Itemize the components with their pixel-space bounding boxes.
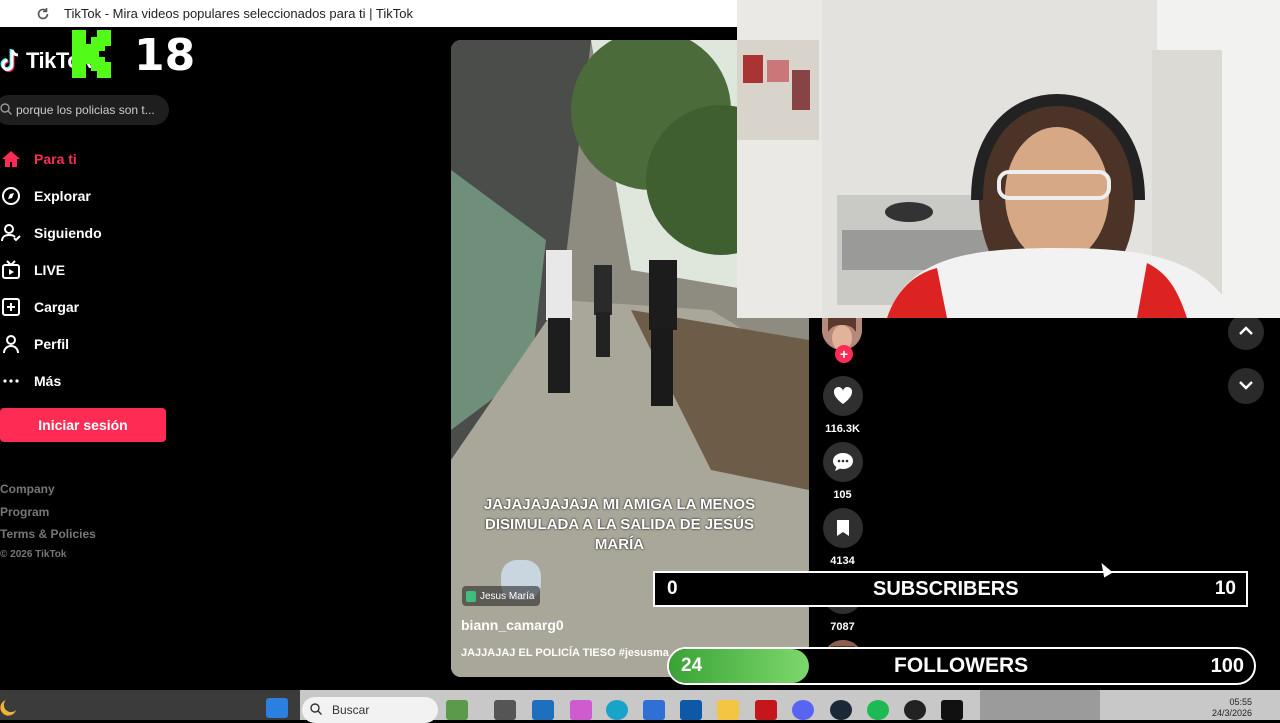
nav-item-live[interactable]: LIVE xyxy=(0,251,200,288)
nav-item-cargar[interactable]: Cargar xyxy=(0,288,200,325)
comment-count: 105 xyxy=(833,489,852,501)
nav-item-mas[interactable]: Más xyxy=(0,362,200,399)
edge-icon[interactable] xyxy=(606,700,628,720)
subscribers-goal-bar: 0 SUBSCRIBERS 10 xyxy=(653,571,1248,607)
sidebar-nav: Para ti Explorar Siguiendo LIVE Cargar P… xyxy=(0,140,200,399)
video-caption: JAJAJAJAJAJA MI AMIGA LA MENOS DISIMULAD… xyxy=(483,496,756,553)
profile-icon xyxy=(0,333,22,355)
discord-icon[interactable] xyxy=(792,700,814,720)
location-pin-icon xyxy=(466,590,476,602)
nav-item-siguiendo[interactable]: Siguiendo xyxy=(0,214,200,251)
subscribers-goal: 10 xyxy=(1214,578,1236,599)
taskbar-search-placeholder: Buscar xyxy=(332,703,370,717)
home-icon xyxy=(0,148,22,170)
like-count: 116.3K xyxy=(825,423,860,435)
nav-label: Para ti xyxy=(34,150,77,167)
comment-action[interactable]: 105 xyxy=(822,442,863,501)
more-icon xyxy=(0,370,22,392)
footer-copyright: © 2026 TikTok xyxy=(0,548,67,560)
followers-goal-bar: 24 FOLLOWERS 100 xyxy=(667,647,1256,685)
compass-icon xyxy=(0,185,22,207)
folder-icon[interactable] xyxy=(717,700,739,720)
search-icon xyxy=(0,102,12,118)
copilot-icon[interactable] xyxy=(570,700,592,720)
windows-taskbar xyxy=(0,690,1280,720)
follow-plus-button[interactable]: + xyxy=(835,345,853,363)
followers-goal: 100 xyxy=(1210,655,1244,677)
kick-logo-icon xyxy=(72,30,118,78)
nav-label: Perfil xyxy=(34,335,70,352)
windows-start-icon[interactable] xyxy=(266,698,288,718)
clock-time: 05:55 xyxy=(1229,697,1253,707)
tab-title: TikTok - Mira videos populares seleccion… xyxy=(64,6,413,21)
nav-label: Siguiendo xyxy=(34,224,102,241)
heart-icon[interactable] xyxy=(822,376,863,416)
location-name: Jesus María xyxy=(480,590,535,602)
previous-video-button[interactable] xyxy=(1228,314,1264,350)
mcafee-icon[interactable] xyxy=(755,700,777,720)
nav-item-perfil[interactable]: Perfil xyxy=(0,325,200,362)
vscode-icon[interactable] xyxy=(680,700,702,720)
video-description: JAJJAJAJ EL POLICÍA TIESO #jesusma xyxy=(461,647,669,659)
save-count: 4134 xyxy=(830,555,855,567)
save-action[interactable]: 4134 xyxy=(822,508,863,567)
followers-label: FOLLOWERS xyxy=(894,654,1029,677)
steam-icon[interactable] xyxy=(830,700,852,720)
taskbar-search[interactable]: Buscar xyxy=(302,697,438,723)
reload-icon[interactable] xyxy=(36,7,50,21)
tiktok-note-icon xyxy=(0,48,22,74)
search-icon xyxy=(310,702,322,718)
task-view-icon[interactable] xyxy=(494,700,516,720)
video-author[interactable]: biann_camarg0 xyxy=(461,617,564,633)
upload-icon xyxy=(0,296,22,318)
search-input[interactable] xyxy=(16,103,166,117)
browser-title-bar: TikTok - Mira videos populares seleccion… xyxy=(0,0,737,27)
tiktok-app-icon[interactable] xyxy=(941,700,963,720)
nav-item-explorar[interactable]: Explorar xyxy=(0,177,200,214)
sidebar-footer: Company Program Terms & Policies © 2026 … xyxy=(0,478,96,564)
location-tag[interactable]: Jesus María xyxy=(462,586,541,606)
subscribers-current: 0 xyxy=(667,578,678,599)
chevron-up-icon xyxy=(1238,323,1254,341)
live-icon xyxy=(0,259,22,281)
nav-label: Cargar xyxy=(34,298,80,315)
nav-label: LIVE xyxy=(34,261,66,278)
webcam-feed xyxy=(737,0,1280,318)
next-video-button[interactable] xyxy=(1228,368,1264,404)
spotify-icon[interactable] xyxy=(867,700,889,720)
store-icon[interactable] xyxy=(643,700,665,720)
comment-icon[interactable] xyxy=(822,442,863,482)
following-icon xyxy=(0,222,22,244)
age-badge: 18 xyxy=(134,30,196,81)
calculator-icon[interactable] xyxy=(532,700,554,720)
nav-label: Más xyxy=(34,372,62,389)
like-action[interactable]: 116.3K xyxy=(822,376,863,435)
widgets-icon[interactable] xyxy=(446,700,468,720)
webcam-overlay xyxy=(737,0,1280,318)
search-box[interactable] xyxy=(0,95,169,125)
nav-label: Explorar xyxy=(34,187,91,204)
system-clock[interactable]: 05:55 24/3/2026 xyxy=(1212,697,1252,719)
nav-item-para-ti[interactable]: Para ti xyxy=(0,140,200,177)
subscribers-label: SUBSCRIBERS xyxy=(873,577,1019,600)
clock-date: 24/3/2026 xyxy=(1212,708,1253,718)
obs-icon[interactable] xyxy=(904,700,926,720)
footer-terms-link[interactable]: Terms & Policies xyxy=(0,523,96,546)
followers-current: 24 xyxy=(681,655,703,676)
chevron-down-icon xyxy=(1238,377,1254,395)
footer-company-link[interactable]: Company xyxy=(0,478,96,501)
bookmark-icon[interactable] xyxy=(822,508,863,548)
footer-program-link[interactable]: Program xyxy=(0,501,96,524)
taskbar-background xyxy=(0,690,1280,720)
share-count: 7087 xyxy=(830,621,855,633)
login-button[interactable]: Iniciar sesión xyxy=(0,408,166,442)
